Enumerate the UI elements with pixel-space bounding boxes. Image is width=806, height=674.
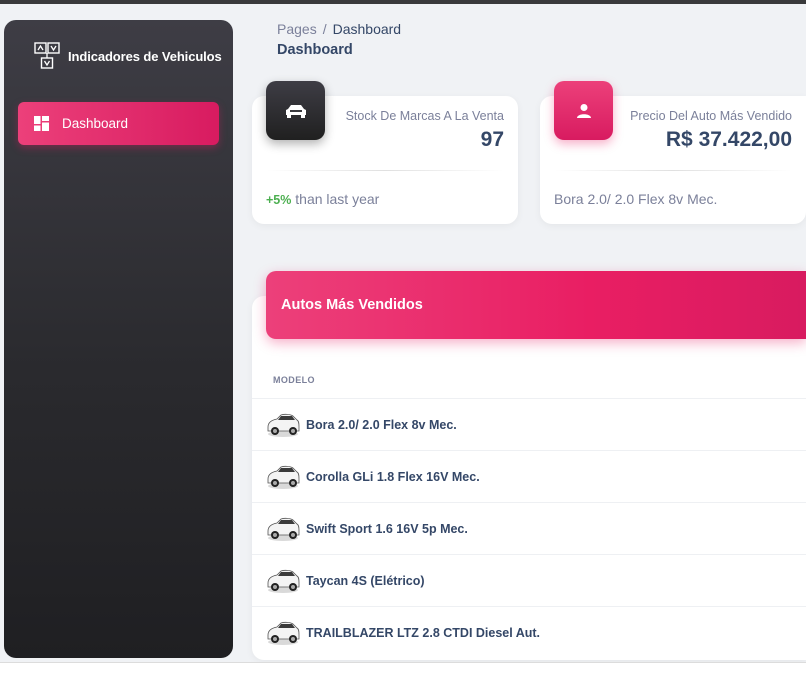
car-icon	[267, 569, 300, 593]
card-divider	[266, 170, 504, 171]
window-bottom-area	[0, 663, 806, 674]
stat-footer-text: than last year	[295, 191, 380, 207]
stat-card-stock: Stock De Marcas A La Venta 97 +5% than l…	[252, 81, 518, 224]
column-header-modelo[interactable]: MODELO	[273, 375, 315, 385]
row-model: Corolla GLi 1.8 Flex 16V Mec.	[306, 469, 480, 484]
car-icon	[267, 413, 300, 437]
breadcrumb-root[interactable]: Pages	[277, 21, 317, 37]
stat-icon-box	[554, 81, 613, 140]
breadcrumb: Pages / Dashboard	[277, 21, 401, 37]
person-icon	[576, 103, 591, 118]
row-model: TRAILBLAZER LTZ 2.8 CTDI Diesel Aut.	[306, 625, 541, 640]
window-top-bar	[0, 0, 806, 4]
row-model: Bora 2.0/ 2.0 Flex 8v Mec.	[306, 417, 457, 432]
stat-value: R$ 37.422,00	[665, 128, 792, 151]
page-title: Dashboard	[277, 42, 353, 58]
car-icon	[267, 621, 300, 645]
car-icon	[267, 517, 300, 541]
stat-label: Precio Del Auto Más Vendido	[630, 109, 792, 123]
stat-footer-text: Bora 2.0/ 2.0 Flex 8v Mec.	[554, 191, 718, 207]
brand-name: Indicadores de Vehiculos	[68, 48, 222, 64]
car-icon	[285, 104, 306, 118]
stat-footer: +5% than last year	[266, 191, 379, 207]
table-row[interactable]: TRAILBLAZER LTZ 2.8 CTDI Diesel Aut.	[252, 606, 806, 658]
table-title: Autos Más Vendidos	[281, 297, 423, 313]
car-diagram-icon	[34, 42, 60, 69]
car-icon	[267, 465, 300, 489]
dashboard-icon	[34, 116, 49, 131]
breadcrumb-current: Dashboard	[332, 21, 402, 37]
stat-label: Stock De Marcas A La Venta	[345, 109, 504, 123]
table-row[interactable]: Taycan 4S (Elétrico)	[252, 554, 806, 606]
stat-card-top-price: Precio Del Auto Más Vendido R$ 37.422,00…	[540, 81, 806, 224]
card-divider	[554, 170, 792, 171]
sidebar: Indicadores de Vehiculos Dashboard	[4, 20, 233, 658]
brand[interactable]: Indicadores de Vehiculos	[4, 20, 233, 92]
stat-value: 97	[480, 128, 504, 151]
table-row[interactable]: Bora 2.0/ 2.0 Flex 8v Mec.	[252, 398, 806, 450]
sidebar-item-label: Dashboard	[62, 116, 129, 131]
row-model: Taycan 4S (Elétrico)	[306, 573, 425, 588]
row-model: Swift Sport 1.6 16V 5p Mec.	[306, 521, 468, 536]
breadcrumb-separator: /	[322, 21, 327, 37]
table-row[interactable]: Corolla GLi 1.8 Flex 16V Mec.	[252, 450, 806, 502]
sidebar-item-dashboard[interactable]: Dashboard	[18, 102, 219, 145]
stat-icon-box	[266, 81, 325, 140]
growth-badge: +5%	[266, 193, 292, 207]
table-header: Autos Más Vendidos	[266, 271, 806, 339]
table-row[interactable]: Swift Sport 1.6 16V 5p Mec.	[252, 502, 806, 554]
